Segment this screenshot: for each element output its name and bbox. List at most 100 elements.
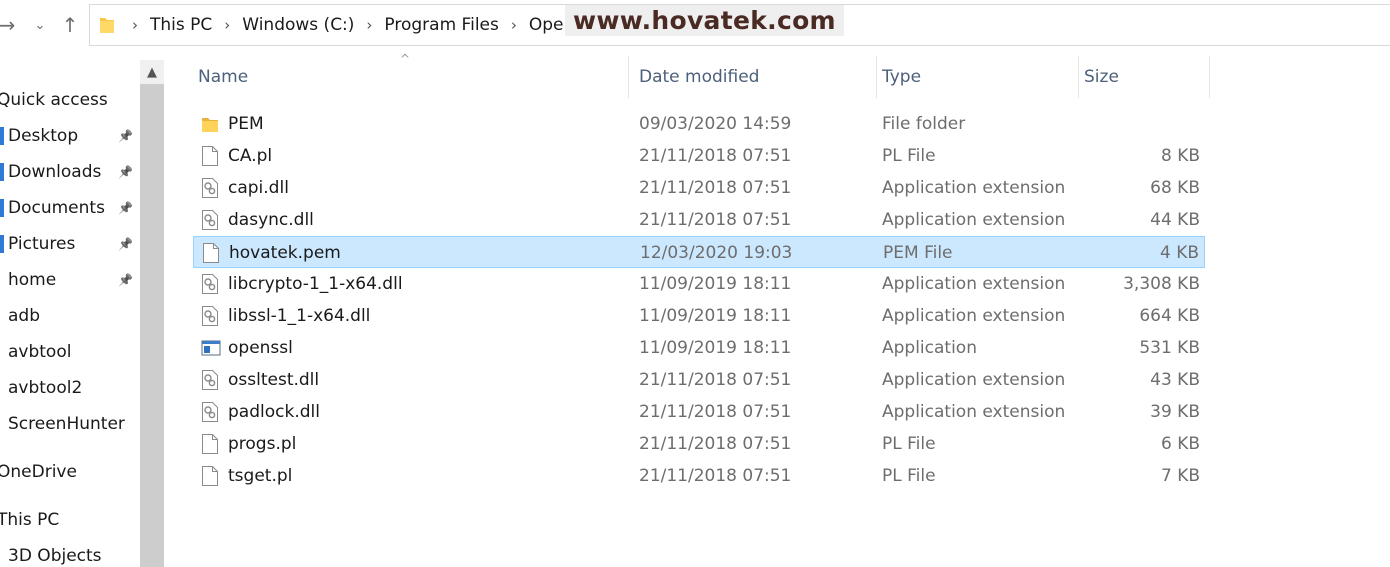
nav-item-3d-objects[interactable]: 3D Objects (0, 538, 140, 567)
breadcrumb-program-files[interactable]: Program Files (384, 15, 498, 35)
pin-icon[interactable]: 📌 (118, 237, 133, 251)
file-size: 6 KB (1160, 434, 1200, 454)
file-name: ossltest.dll (228, 370, 320, 390)
dll-icon (201, 305, 219, 327)
column-header-date[interactable]: Date modified (634, 56, 877, 98)
column-header-size[interactable]: Size (1079, 56, 1210, 98)
file-row[interactable]: libssl-1_1-x64.dll 11/09/2019 18:11 Applic… (193, 300, 1205, 332)
file-type: PL File (882, 434, 936, 454)
nav-item-avbtool2[interactable]: avbtool2 (0, 370, 140, 406)
file-size: 44 KB (1150, 210, 1200, 230)
breadcrumb-separator-icon[interactable]: › (224, 16, 230, 34)
file-size: 4 KB (1159, 243, 1199, 263)
nav-item-label: Quick access (0, 90, 108, 110)
pin-icon[interactable]: 📌 (118, 273, 133, 287)
breadcrumb-separator-icon[interactable]: › (511, 16, 517, 34)
file-icon (202, 242, 220, 264)
file-type: Application extension (882, 178, 1066, 198)
file-name: PEM (228, 114, 264, 134)
file-size: 43 KB (1150, 370, 1200, 390)
file-icon (201, 433, 219, 455)
nav-item-icon (0, 199, 4, 217)
nav-item-pictures[interactable]: Pictures 📌 (0, 226, 140, 262)
file-size: 3,308 KB (1123, 274, 1200, 294)
file-type: Application extension (882, 402, 1066, 422)
file-icon (201, 145, 219, 167)
nav-item-adb[interactable]: adb (0, 298, 140, 334)
file-date-modified: 21/11/2018 07:51 (639, 434, 792, 454)
file-row[interactable]: openssl 11/09/2019 18:11 Application 531 KB (193, 332, 1205, 364)
nav-item-downloads[interactable]: Downloads 📌 (0, 154, 140, 190)
file-row[interactable]: libcrypto-1_1-x64.dll 11/09/2019 18:11 App… (193, 268, 1205, 300)
nav-item-icon (0, 235, 4, 253)
pin-icon[interactable]: 📌 (118, 165, 133, 179)
file-type: PL File (882, 466, 936, 486)
file-row[interactable]: hovatek.pem 12/03/2020 19:03 PEM File 4 KB (193, 236, 1205, 268)
file-name: tsget.pl (228, 466, 293, 486)
breadcrumb-separator-icon[interactable]: › (366, 16, 372, 34)
nav-item-desktop[interactable]: Desktop 📌 (0, 118, 140, 154)
file-name: capi.dll (228, 178, 289, 198)
nav-item-home[interactable]: home 📌 (0, 262, 140, 298)
file-row[interactable]: capi.dll 21/11/2018 07:51 Application exte… (193, 172, 1205, 204)
pin-icon[interactable]: 📌 (118, 201, 133, 215)
file-icon (201, 465, 219, 487)
file-row[interactable]: ossltest.dll 21/11/2018 07:51 Application … (193, 364, 1205, 396)
breadcrumb-windows-c[interactable]: Windows (C:) (242, 15, 354, 35)
file-name: libcrypto-1_1-x64.dll (228, 274, 403, 294)
dll-icon (201, 209, 219, 231)
folder-icon (201, 113, 219, 135)
dll-icon (201, 401, 219, 423)
file-size: 7 KB (1160, 466, 1200, 486)
nav-item-screenhunter[interactable]: ScreenHunter (0, 406, 140, 442)
file-name: hovatek.pem (229, 243, 341, 263)
nav-item-avbtool[interactable]: avbtool (0, 334, 140, 370)
nav-item-this-pc[interactable]: This PC (0, 502, 140, 538)
file-date-modified: 12/03/2020 19:03 (640, 243, 793, 263)
nav-item-onedrive[interactable]: OneDrive (0, 454, 140, 490)
watermark: www.hovatek.com (565, 5, 844, 36)
file-type: Application extension (882, 306, 1066, 326)
file-name: libssl-1_1-x64.dll (228, 306, 371, 326)
dll-icon (201, 369, 219, 391)
file-type: Application extension (882, 210, 1066, 230)
nav-item-label: home (8, 270, 57, 290)
file-date-modified: 11/09/2019 18:11 (639, 338, 792, 358)
dll-icon (201, 273, 219, 295)
nav-item-label: OneDrive (0, 462, 77, 482)
file-name: openssl (228, 338, 293, 358)
file-date-modified: 21/11/2018 07:51 (639, 146, 792, 166)
pin-icon[interactable]: 📌 (118, 129, 133, 143)
breadcrumb-separator-icon[interactable]: › (132, 16, 138, 34)
column-header-type[interactable]: Type (877, 56, 1079, 98)
navigation-pane: Quick access Desktop 📌 Downloads 📌 Documents 📌… (0, 50, 140, 567)
file-row[interactable]: dasync.dll 21/11/2018 07:51 Application ex… (193, 204, 1205, 236)
nav-item-documents[interactable]: Documents 📌 (0, 190, 140, 226)
file-name: progs.pl (228, 434, 297, 454)
file-date-modified: 11/09/2019 18:11 (639, 306, 792, 326)
recent-locations-chevron-icon[interactable]: ⌄ (27, 11, 53, 39)
file-type: PL File (882, 146, 936, 166)
file-date-modified: 21/11/2018 07:51 (639, 178, 792, 198)
breadcrumb-this-pc[interactable]: This PC (150, 15, 212, 35)
file-row[interactable]: PEM 09/03/2020 14:59 File folder (193, 108, 1205, 140)
file-size: 39 KB (1150, 402, 1200, 422)
nav-item-icon (0, 127, 4, 145)
forward-arrow-icon[interactable]: → (0, 11, 20, 39)
nav-item-quick-access[interactable]: Quick access (0, 82, 140, 118)
file-type: PEM File (883, 243, 953, 263)
column-header-name[interactable]: Name (193, 56, 629, 98)
exe-icon (201, 337, 221, 359)
folder-icon (94, 4, 120, 46)
nav-item-label: Desktop (8, 126, 79, 146)
up-arrow-icon[interactable]: ↑ (57, 11, 83, 39)
nav-scrollbar-thumb[interactable] (140, 84, 164, 567)
file-row[interactable]: CA.pl 21/11/2018 07:51 PL File 8 KB (193, 140, 1205, 172)
file-size: 664 KB (1139, 306, 1200, 326)
scroll-up-icon[interactable]: ▲ (140, 60, 164, 84)
file-row[interactable]: padlock.dll 21/11/2018 07:51 Application e… (193, 396, 1205, 428)
nav-item-label: ScreenHunter (8, 414, 125, 434)
file-row[interactable]: progs.pl 21/11/2018 07:51 PL File 6 KB (193, 428, 1205, 460)
file-row[interactable]: tsget.pl 21/11/2018 07:51 PL File 7 KB (193, 460, 1205, 492)
address-toolbar: → ⌄ ↑ › This PC › Windows (C:) › Program… (0, 0, 1390, 50)
